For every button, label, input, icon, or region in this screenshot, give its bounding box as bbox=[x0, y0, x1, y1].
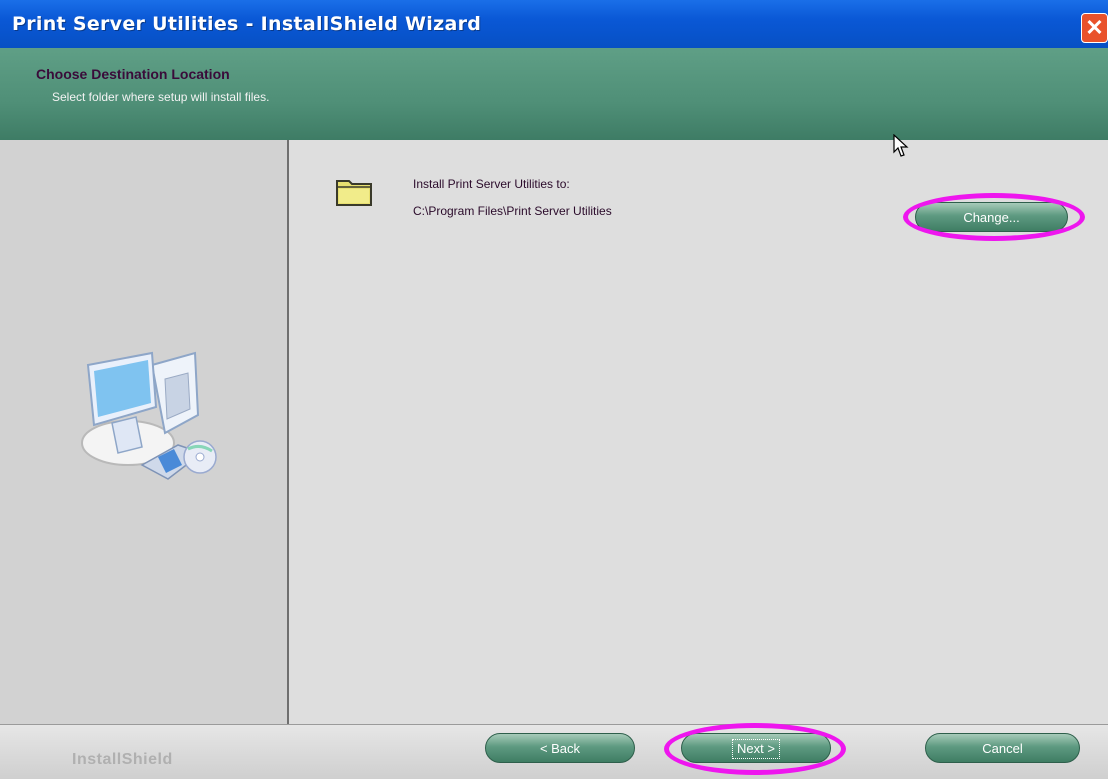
installer-window: Print Server Utilities - InstallShield W… bbox=[0, 0, 1108, 779]
folder-icon bbox=[336, 180, 372, 206]
back-button[interactable]: < Back bbox=[485, 733, 635, 763]
close-icon: ✕ bbox=[1085, 15, 1104, 40]
change-button-highlight bbox=[903, 193, 1085, 241]
next-button-highlight bbox=[664, 723, 846, 775]
page-title: Choose Destination Location bbox=[36, 66, 230, 82]
page-subtitle: Select folder where setup will install f… bbox=[52, 90, 270, 104]
computer-illustration bbox=[81, 351, 217, 480]
close-button[interactable]: ✕ bbox=[1081, 13, 1108, 43]
install-path-text: C:\Program Files\Print Server Utilities bbox=[413, 204, 612, 218]
side-panel bbox=[0, 140, 289, 724]
title-bar[interactable]: Print Server Utilities - InstallShield W… bbox=[0, 0, 1108, 48]
window-title: Print Server Utilities - InstallShield W… bbox=[12, 13, 482, 35]
cancel-button[interactable]: Cancel bbox=[925, 733, 1080, 763]
installshield-brand: InstallShield bbox=[72, 751, 173, 768]
mouse-cursor-icon bbox=[893, 134, 909, 157]
install-location-label: Install Print Server Utilities to: bbox=[413, 177, 570, 191]
